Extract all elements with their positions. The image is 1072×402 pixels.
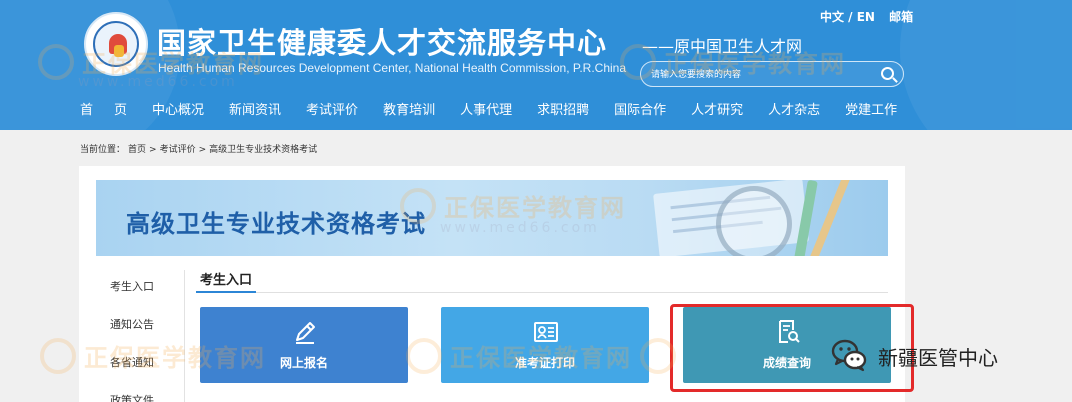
id-card-icon — [534, 322, 558, 342]
magnifier-decoration-icon — [716, 186, 792, 256]
language-switch-link[interactable]: 中文 / EN — [820, 10, 875, 24]
nav-item-news[interactable]: 新闻资讯 — [229, 97, 281, 125]
section-active-underline — [196, 291, 256, 293]
watermark-logo-icon — [40, 338, 76, 374]
site-title-en: Health Human Resources Development Cente… — [158, 61, 626, 75]
nav-item-jobs[interactable]: 求职招聘 — [537, 97, 589, 125]
nav-item-personnel[interactable]: 人事代理 — [460, 97, 512, 125]
card-label: 网上报名 — [279, 356, 328, 370]
wechat-account-name: 新疆医管中心 — [878, 346, 998, 370]
nav-item-magazine[interactable]: 人才杂志 — [768, 97, 820, 125]
site-subtitle: ——原中国卫生人才网 — [642, 37, 803, 56]
nav-item-exam[interactable]: 考试评价 — [306, 97, 358, 125]
nav-item-home[interactable]: 首页 — [80, 97, 148, 125]
top-links: 中文 / EN 邮箱 — [820, 8, 923, 25]
sidebar-item-provincial-notices[interactable]: 各省通知 — [110, 354, 154, 370]
breadcrumb-item-home[interactable]: 首页 — [128, 145, 146, 155]
nav-item-party[interactable]: 党建工作 — [845, 97, 897, 125]
mailbox-link[interactable]: 邮箱 — [889, 10, 913, 24]
nav-item-education[interactable]: 教育培训 — [383, 97, 435, 125]
page-banner: 高级卫生专业技术资格考试 — [96, 180, 888, 256]
breadcrumb-item-exam[interactable]: 考试评价 — [160, 145, 196, 155]
breadcrumb-separator: > — [198, 145, 207, 155]
sidebar-item-candidate-entry[interactable]: 考生入口 — [110, 278, 154, 294]
sidebar-item-policies[interactable]: 政策文件 — [110, 392, 154, 402]
breadcrumb-prefix: 当前位置： — [80, 145, 126, 155]
search-box — [640, 61, 904, 87]
wechat-icon — [831, 339, 867, 372]
admission-ticket-print-button[interactable]: 准考证打印 — [441, 307, 649, 383]
main-nav: 首页 中心概况 新闻资讯 考试评价 教育培训 人事代理 求职招聘 国际合作 人才… — [80, 97, 922, 125]
site-logo[interactable] — [84, 12, 148, 76]
breadcrumb-separator: > — [149, 145, 157, 155]
site-header: 国家卫生健康委人才交流服务中心 Health Human Resources D… — [0, 0, 1072, 130]
search-icon[interactable] — [881, 67, 894, 80]
pencil-icon — [296, 322, 315, 344]
online-registration-button[interactable]: 网上报名 — [200, 307, 408, 383]
page-title: 高级卫生专业技术资格考试 — [126, 210, 426, 238]
breadcrumb: 当前位置： 首页 > 考试评价 > 高级卫生专业技术资格考试 — [80, 142, 320, 155]
nav-item-about[interactable]: 中心概况 — [152, 97, 204, 125]
breadcrumb-item-current: 高级卫生专业技术资格考试 — [209, 145, 318, 155]
search-input[interactable] — [651, 66, 871, 83]
card-label: 准考证打印 — [514, 356, 575, 370]
sidebar-item-notices[interactable]: 通知公告 — [110, 316, 154, 332]
nav-item-research[interactable]: 人才研究 — [691, 97, 743, 125]
nav-item-international[interactable]: 国际合作 — [614, 97, 666, 125]
site-title: 国家卫生健康委人才交流服务中心 — [157, 26, 608, 60]
sidebar-divider — [184, 270, 185, 402]
section-title: 考生入口 — [200, 273, 253, 288]
section-divider — [196, 292, 888, 293]
